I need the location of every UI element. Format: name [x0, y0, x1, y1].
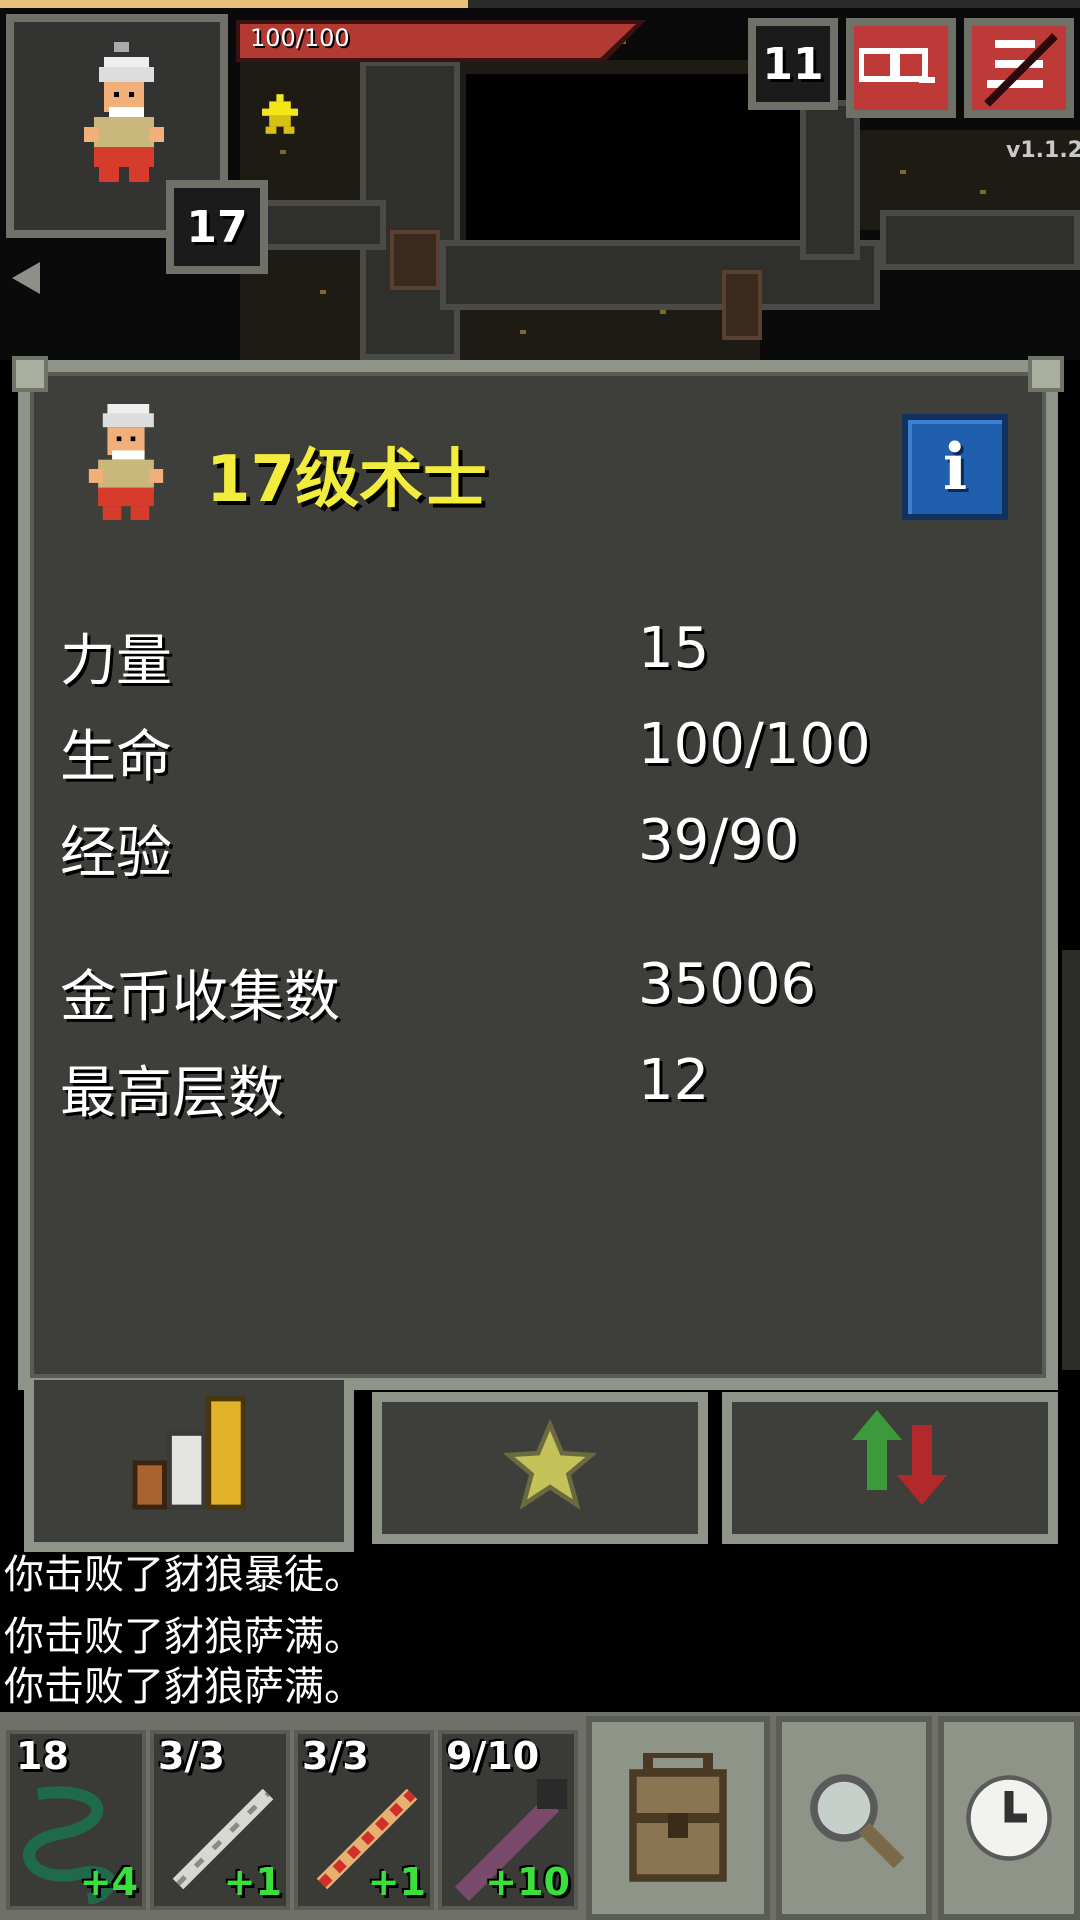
- stat-label-hp: 生命: [60, 725, 172, 790]
- info-button[interactable]: i: [902, 414, 1008, 520]
- stat-label-gold: 金币收集数: [60, 965, 340, 1030]
- tab-stats[interactable]: [24, 1380, 354, 1552]
- quickslot-bonus: +1: [367, 1860, 426, 1904]
- quickslot-3[interactable]: 3/3 +1: [294, 1730, 434, 1910]
- tab-badges[interactable]: [372, 1392, 708, 1544]
- journal-icon: [859, 48, 935, 83]
- stats-icon: [132, 1396, 246, 1510]
- panel-corner: [1028, 356, 1064, 392]
- stat-label-max-depth: 最高层数: [60, 1061, 284, 1126]
- backpack-icon: [629, 1753, 727, 1882]
- panel-corner: [12, 356, 48, 392]
- quickslot-bonus: +4: [79, 1860, 138, 1904]
- quickslot-count: 18: [16, 1734, 69, 1778]
- info-icon: i: [942, 429, 968, 505]
- stat-value-exp: 39/90: [638, 808, 800, 873]
- hp-text: 100/100: [250, 24, 350, 52]
- quickslot-2[interactable]: 3/3 +1: [150, 1730, 290, 1910]
- stat-value-max-depth: 12: [638, 1048, 710, 1113]
- collapse-arrow-icon[interactable]: [12, 262, 40, 294]
- depth-indicator[interactable]: 11: [748, 18, 838, 110]
- wait-icon: [966, 1775, 1052, 1861]
- hero-title: 17级术士: [206, 443, 488, 517]
- buff-icon[interactable]: [262, 94, 298, 134]
- log-line: 你击败了豺狼萨满。: [4, 1664, 364, 1710]
- quickslot-count: 9/10: [446, 1734, 540, 1778]
- quickslot-1[interactable]: 18 +4: [6, 1730, 146, 1910]
- quickslot-bonus: +10: [485, 1860, 570, 1904]
- search-icon: [810, 1774, 904, 1868]
- wait-button[interactable]: [938, 1716, 1080, 1920]
- quickslot-count: 3/3: [158, 1734, 225, 1778]
- quickslot-4[interactable]: 9/10 +10: [438, 1730, 578, 1910]
- tab-challenges[interactable]: [722, 1392, 1058, 1544]
- stat-label-exp: 经验: [60, 821, 172, 886]
- stat-value-gold: 35006: [638, 952, 817, 1017]
- journal-button[interactable]: [846, 18, 956, 118]
- hero-avatar-icon: [84, 42, 164, 182]
- quickslot-count: 3/3: [302, 1734, 369, 1778]
- search-button[interactable]: [776, 1716, 932, 1920]
- stat-label-strength: 力量: [60, 629, 172, 694]
- version-label: v1.1.2: [1006, 138, 1080, 163]
- xp-track: [468, 0, 1080, 8]
- stat-value-strength: 15: [638, 616, 710, 681]
- log-line: 你击败了豺狼暴徒。: [4, 1552, 364, 1598]
- hero-level-badge: 17: [166, 180, 268, 274]
- quickslot-bonus: +1: [223, 1860, 282, 1904]
- xp-progress: [0, 0, 468, 8]
- swap-icon: [852, 1410, 947, 1505]
- stat-value-hp: 100/100: [638, 712, 871, 777]
- menu-button[interactable]: [964, 18, 1074, 118]
- backpack-button[interactable]: [586, 1716, 770, 1920]
- hero-class-icon: [88, 404, 164, 521]
- star-icon: [504, 1420, 596, 1510]
- menu-icon: [984, 33, 1058, 107]
